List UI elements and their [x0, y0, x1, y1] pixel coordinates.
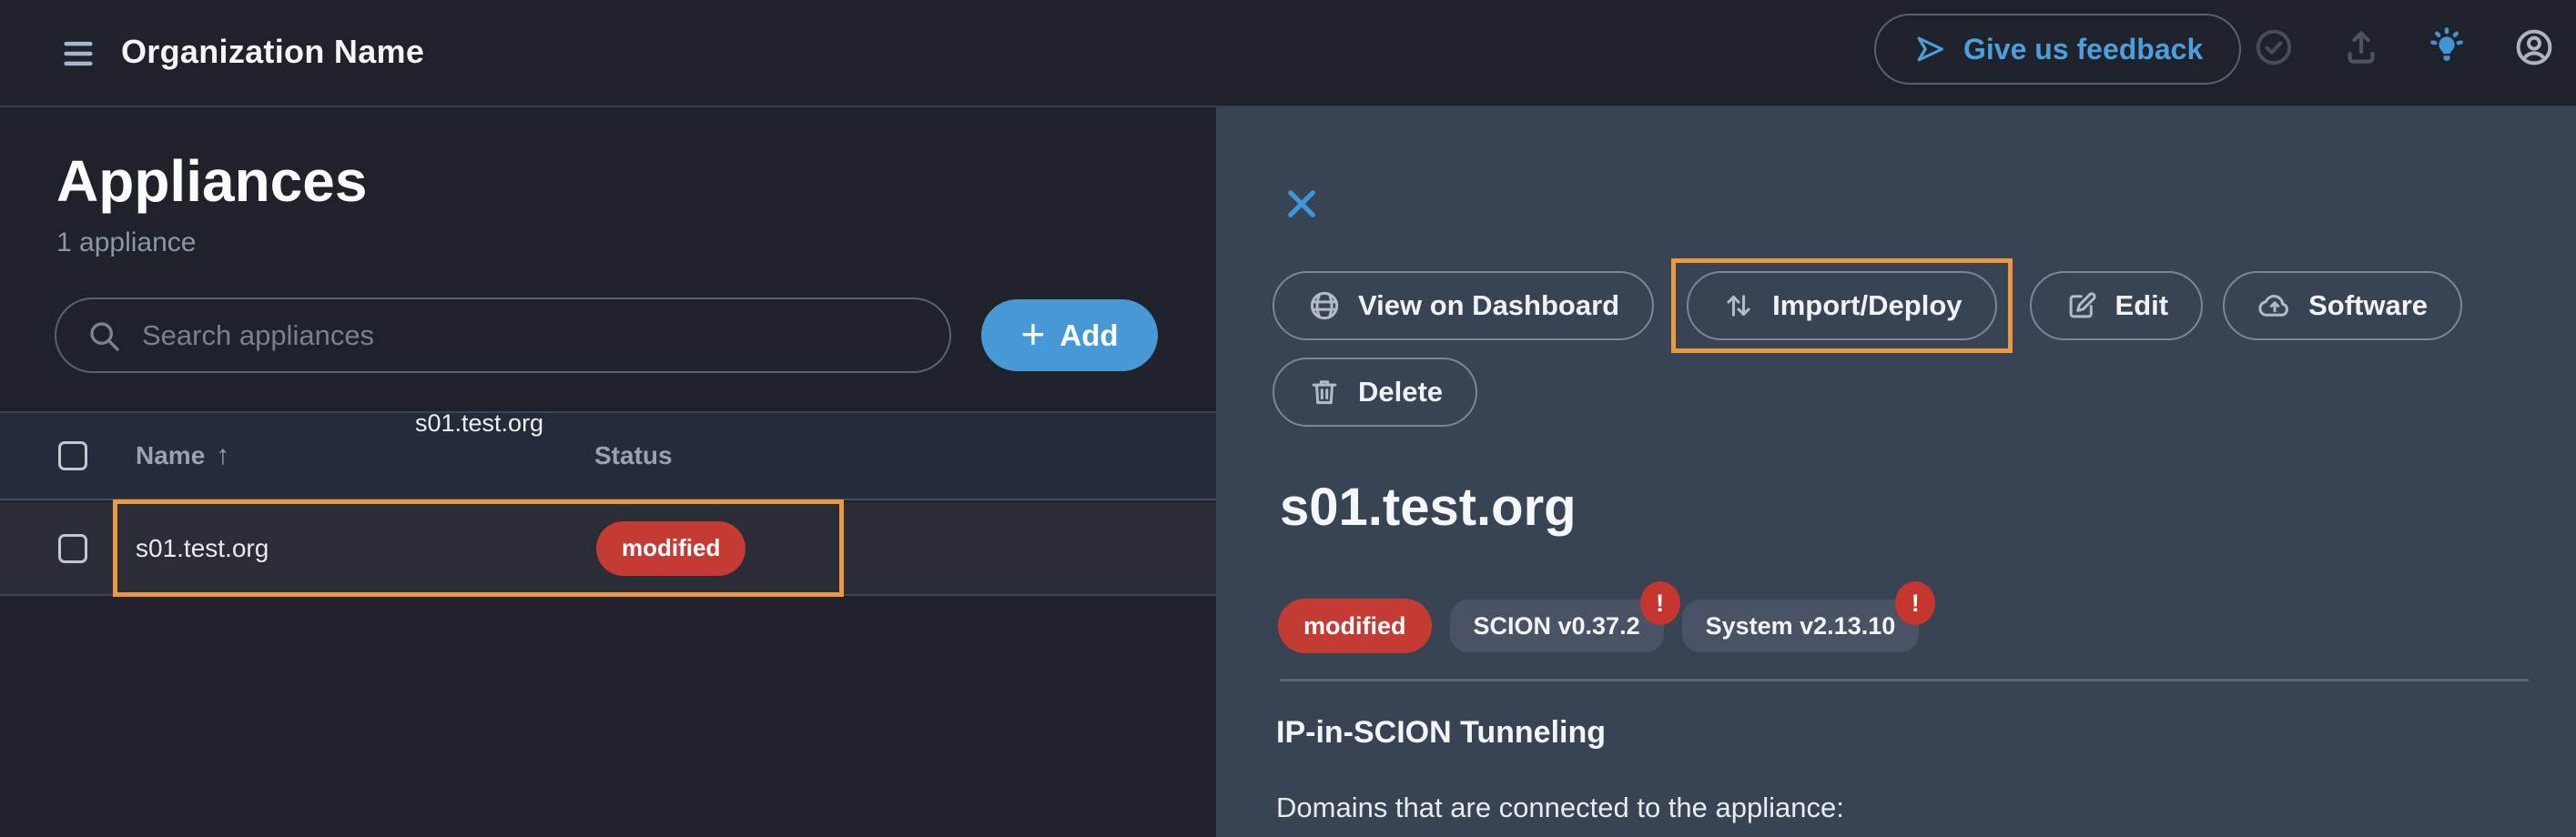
- badge-row: modified SCION v0.37.2 ! System v2.13.10…: [1278, 599, 1919, 653]
- plus-icon: +: [1020, 313, 1045, 355]
- search-input[interactable]: [142, 319, 920, 352]
- scion-version-chip: SCION v0.37.2 !: [1450, 600, 1664, 652]
- search-appliances-box[interactable]: [55, 297, 951, 373]
- software-icon: [2257, 288, 2292, 323]
- upload-icon[interactable]: [2338, 24, 2385, 71]
- column-header-name[interactable]: Name ↑: [136, 440, 229, 471]
- drawer-action-buttons: View on Dashboard Import/Deploy Edit: [1273, 271, 2474, 427]
- menu-icon[interactable]: [55, 31, 102, 76]
- select-all-checkbox[interactable]: [58, 441, 87, 470]
- column-header-status[interactable]: Status: [594, 441, 673, 470]
- alert-badge: !: [1640, 581, 1680, 625]
- divider: [1280, 679, 2529, 681]
- lightbulb-icon[interactable]: [2423, 24, 2470, 71]
- send-icon: [1912, 32, 1947, 66]
- appliances-table-header: Name ↑ Status: [0, 411, 1216, 500]
- appliance-name-cell: s01.test.org: [136, 534, 269, 563]
- appliance-count: 1 appliance: [56, 227, 196, 258]
- edit-button[interactable]: Edit: [2030, 271, 2204, 340]
- search-icon: [86, 318, 122, 354]
- drag-preview-label: s01.test.org: [415, 409, 543, 438]
- import-deploy-button[interactable]: Import/Deploy: [1687, 271, 1996, 340]
- edit-icon: [2064, 288, 2099, 323]
- import-deploy-highlight-rectangle: Import/Deploy: [1671, 258, 2012, 353]
- appliance-row[interactable]: s01.test.org modified: [0, 502, 1216, 596]
- sort-asc-icon: ↑: [216, 440, 229, 471]
- delete-icon: [1307, 375, 1342, 409]
- close-icon[interactable]: [1280, 182, 1323, 226]
- system-version-chip: System v2.13.10 !: [1682, 600, 1920, 652]
- top-header: Organization Name Give us feedback: [0, 0, 2576, 107]
- page-title: Appliances: [56, 147, 367, 215]
- add-appliance-button[interactable]: + Add: [981, 299, 1158, 371]
- software-button[interactable]: Software: [2223, 271, 2462, 340]
- check-circle-icon[interactable]: [2250, 24, 2297, 71]
- appliance-detail-drawer: View on Dashboard Import/Deploy Edit: [1216, 107, 2576, 837]
- add-button-label: Add: [1060, 318, 1118, 353]
- org-name-title: Organization Name: [121, 33, 424, 71]
- row-checkbox[interactable]: [58, 534, 87, 563]
- account-icon[interactable]: [2510, 24, 2558, 71]
- appliance-title: s01.test.org: [1280, 477, 1577, 538]
- give-feedback-label: Give us feedback: [1963, 33, 2203, 66]
- tunneling-section-body: Domains that are connected to the applia…: [1276, 792, 1844, 824]
- tunneling-section-heading: IP-in-SCION Tunneling: [1276, 715, 1606, 751]
- modified-badge: modified: [1278, 599, 1432, 653]
- alert-badge: !: [1895, 581, 1935, 625]
- give-feedback-button[interactable]: Give us feedback: [1874, 14, 2241, 85]
- import-deploy-icon: [1721, 288, 1756, 323]
- status-badge: modified: [596, 521, 745, 576]
- app-root: Organization Name Give us feedback: [0, 0, 2576, 837]
- globe-icon: [1307, 288, 1342, 323]
- delete-button[interactable]: Delete: [1273, 358, 1477, 427]
- view-on-dashboard-button[interactable]: View on Dashboard: [1273, 271, 1654, 340]
